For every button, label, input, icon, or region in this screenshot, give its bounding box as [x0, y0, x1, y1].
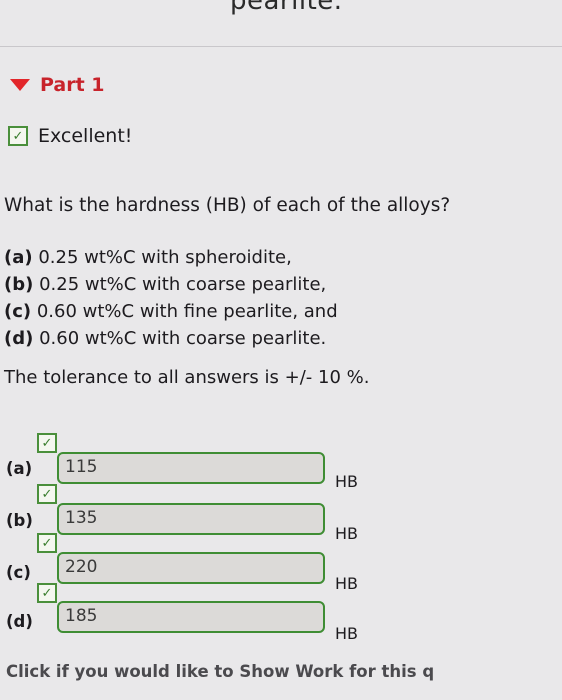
- alloy-tag: (d): [4, 328, 34, 349]
- triangle-down-icon[interactable]: [10, 79, 30, 91]
- alloy-text: 0.25 wt%C with coarse pearlite,: [33, 274, 327, 295]
- check-icon: ✓: [37, 583, 57, 603]
- part-title: Part 1: [40, 74, 105, 96]
- list-item: (c) 0.60 wt%C with fine pearlite, and: [4, 298, 338, 325]
- check-icon: ✓: [37, 484, 57, 504]
- tolerance-text: The tolerance to all answers is +/- 10 %…: [4, 367, 370, 388]
- answer-input-c[interactable]: 220: [57, 552, 325, 584]
- show-work-link[interactable]: Click if you would like to Show Work for…: [6, 662, 434, 681]
- divider: [0, 46, 562, 47]
- question-text: What is the hardness (HB) of each of the…: [4, 195, 451, 216]
- answer-unit-b: HB: [335, 524, 359, 543]
- alloy-text: 0.60 wt%C with fine pearlite, and: [31, 301, 338, 322]
- check-icon: ✓: [37, 433, 57, 453]
- check-icon: ✓: [37, 533, 57, 553]
- alloy-list: (a) 0.25 wt%C with spheroidite, (b) 0.25…: [4, 244, 338, 352]
- alloy-text: 0.60 wt%C with coarse pearlite.: [33, 328, 327, 349]
- header-cut-text: pearlite.: [230, 0, 343, 16]
- answer-input-b[interactable]: 135: [57, 503, 325, 535]
- answer-unit-d: HB: [335, 624, 359, 643]
- status-row: ✓ Excellent!: [8, 125, 132, 147]
- answer-label-c: (c): [6, 563, 31, 582]
- answer-label-a: (a): [6, 459, 33, 478]
- answer-unit-a: HB: [335, 472, 359, 491]
- list-item: (d) 0.60 wt%C with coarse pearlite.: [4, 325, 338, 352]
- answer-unit-c: HB: [335, 574, 359, 593]
- alloy-tag: (c): [4, 301, 32, 322]
- answer-input-d[interactable]: 185: [57, 601, 325, 633]
- alloy-tag: (a): [4, 247, 33, 268]
- list-item: (a) 0.25 wt%C with spheroidite,: [4, 244, 338, 271]
- part-header[interactable]: Part 1: [10, 74, 105, 96]
- check-icon: ✓: [8, 126, 28, 146]
- alloy-tag: (b): [4, 274, 34, 295]
- status-text: Excellent!: [38, 125, 133, 147]
- list-item: (b) 0.25 wt%C with coarse pearlite,: [4, 271, 338, 298]
- answer-label-b: (b): [6, 511, 33, 530]
- alloy-text: 0.25 wt%C with spheroidite,: [32, 247, 292, 268]
- answer-label-d: (d): [6, 612, 33, 631]
- answer-input-a[interactable]: 115: [57, 452, 325, 484]
